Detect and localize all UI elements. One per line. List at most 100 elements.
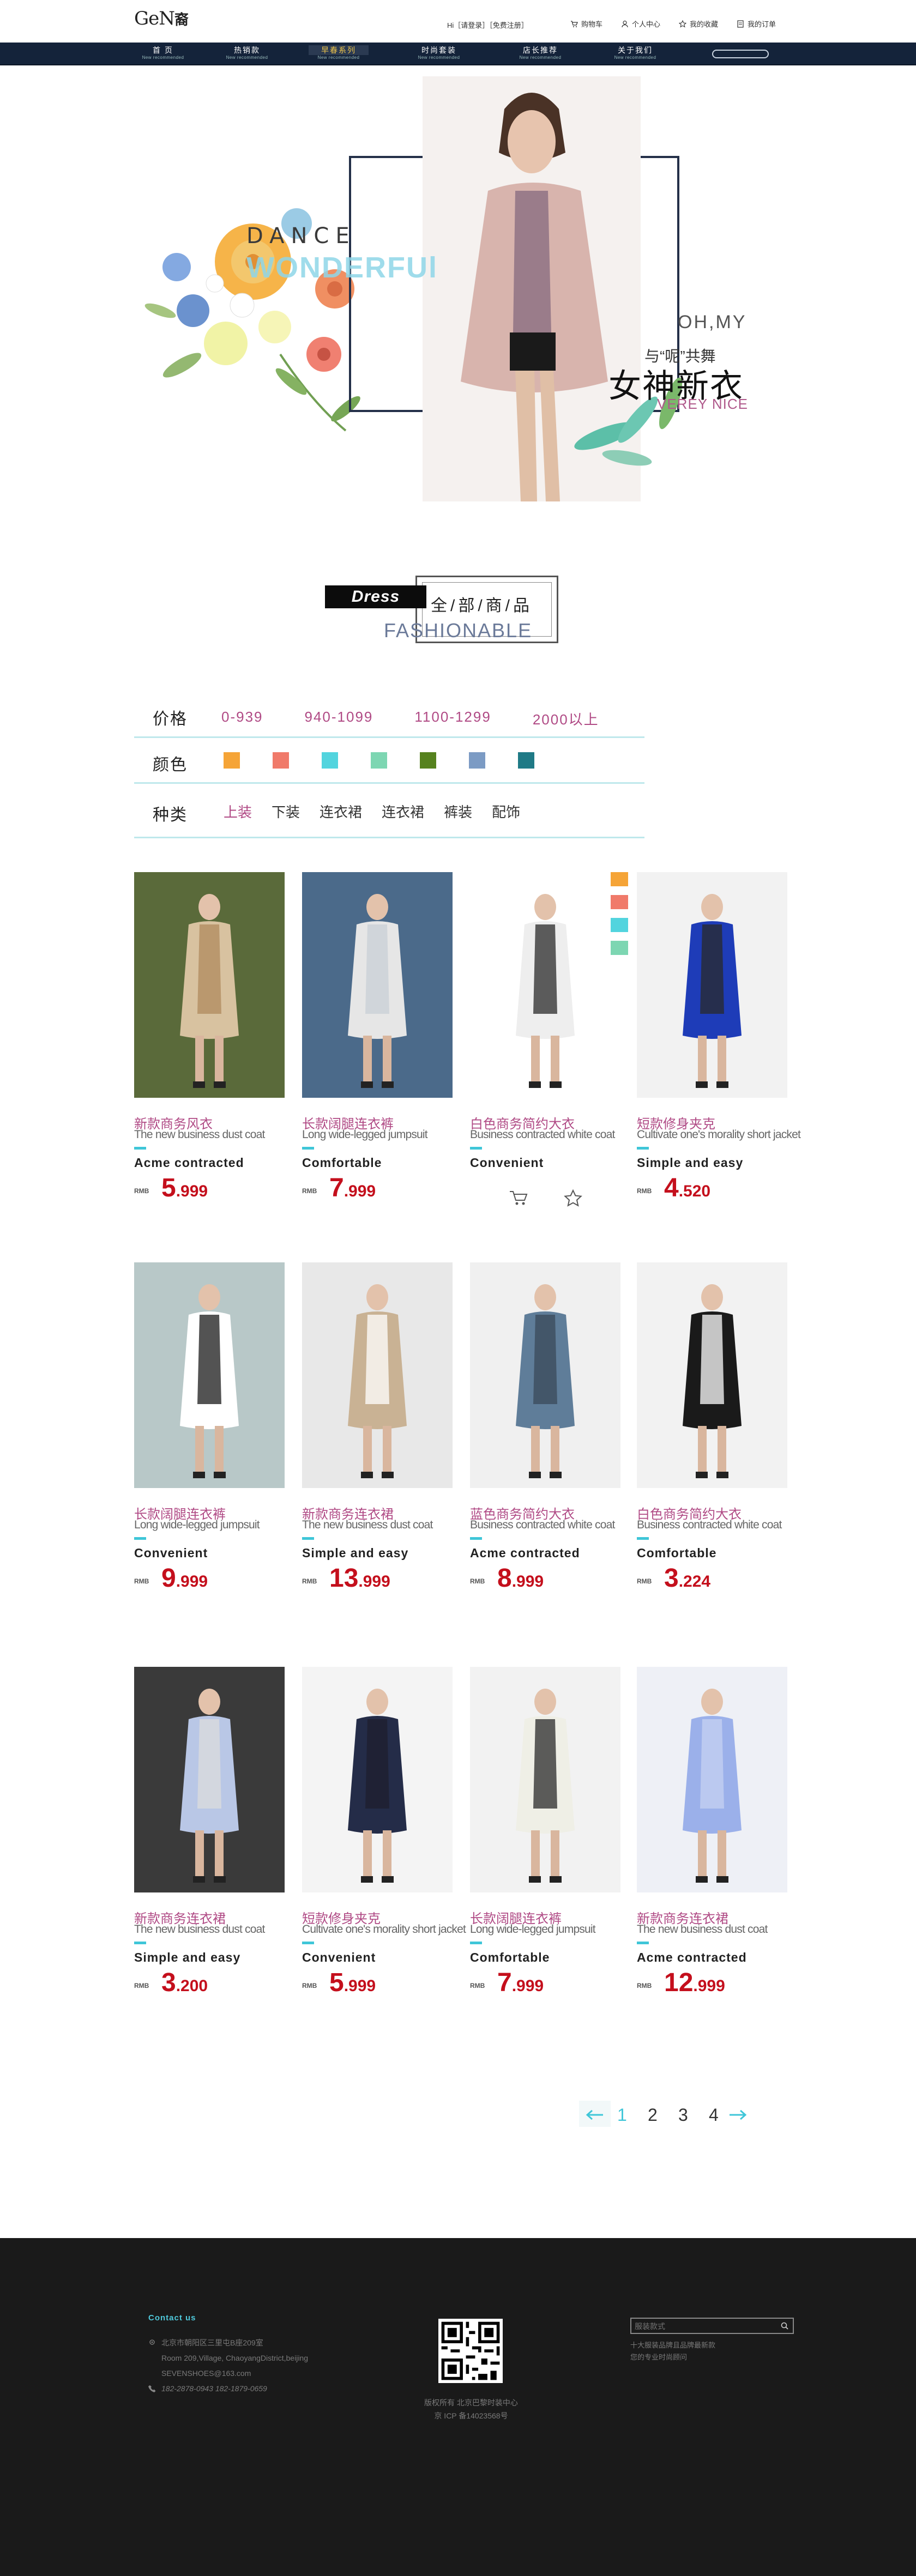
product-card[interactable]: 白色商务简约大衣 Business contracted white coat …	[637, 1262, 790, 1611]
order-icon	[737, 20, 744, 28]
price-decimal: .999	[176, 1182, 208, 1200]
price-decimal: .224	[678, 1573, 711, 1591]
type-option[interactable]: 下装	[272, 801, 300, 821]
currency-label: RMB	[637, 1187, 652, 1195]
address-cn: 北京市朝阳区三里屯B座209室	[161, 2338, 263, 2347]
product-tagline: Simple and easy	[637, 1156, 744, 1170]
favorites-label: 我的收藏	[690, 20, 719, 28]
product-image[interactable]	[302, 872, 453, 1098]
color-swatch[interactable]	[322, 752, 338, 769]
price-option[interactable]: 1100-1299	[414, 709, 491, 729]
color-swatch[interactable]	[518, 752, 534, 769]
product-card[interactable]: 白色商务简约大衣 Business contracted white coat …	[470, 872, 628, 1221]
cart-icon	[571, 20, 578, 27]
color-swatch[interactable]	[420, 752, 436, 769]
price-option[interactable]: 2000以上	[533, 709, 599, 729]
price-integer: 7	[497, 1968, 512, 1997]
logo[interactable]: GeN裔	[134, 8, 189, 29]
price-decimal: .999	[358, 1573, 390, 1591]
product-tagline: Acme contracted	[470, 1546, 580, 1560]
nav-sub: New recommended	[142, 55, 184, 60]
product-card[interactable]: 新款商务连衣裙 The new business dust coat Simpl…	[302, 1262, 455, 1611]
product-color-swatch[interactable]	[611, 895, 628, 909]
product-color-swatch[interactable]	[611, 941, 628, 955]
profile-link[interactable]: 个人中心	[621, 19, 660, 29]
type-option[interactable]: 裤装	[444, 801, 472, 821]
favorites-link[interactable]: 我的收藏	[679, 19, 718, 29]
product-card[interactable]: 蓝色商务简约大衣 Business contracted white coat …	[470, 1262, 623, 1611]
page-2[interactable]: 2	[648, 2105, 658, 2125]
type-option[interactable]: 连衣裙	[382, 801, 424, 821]
prev-arrow-icon[interactable]	[586, 2109, 604, 2120]
product-image[interactable]	[637, 1667, 787, 1892]
product-card[interactable]: 新款商务风衣 The new business dust coat Acme c…	[134, 872, 287, 1221]
nav-hot[interactable]: 热销款 New recommended	[217, 45, 277, 60]
product-color-swatch[interactable]	[611, 918, 628, 932]
product-tagline: Acme contracted	[134, 1156, 244, 1170]
product-image[interactable]	[637, 872, 787, 1098]
favorite-star-icon[interactable]	[564, 1189, 582, 1207]
address-en-line: Room 209,Village, ChaoyangDistrict,beiji…	[148, 2350, 308, 2366]
product-image[interactable]	[134, 1262, 285, 1488]
footer-search-input[interactable]	[635, 2321, 771, 2332]
nav-spring[interactable]: 早春系列 New recommended	[309, 45, 369, 60]
product-card[interactable]: 长款阔腿连衣裤 Long wide-legged jumpsuit Conven…	[134, 1262, 287, 1611]
product-image[interactable]	[470, 1262, 620, 1488]
product-card[interactable]: 长款阔腿连衣裤 Long wide-legged jumpsuit Comfor…	[302, 872, 455, 1221]
accent-bar	[470, 1147, 482, 1150]
product-image[interactable]	[637, 1262, 787, 1488]
product-card[interactable]: 短款修身夹克 Cultivate one's morality short ja…	[637, 872, 801, 1221]
product-price: 4.520	[664, 1173, 710, 1203]
orders-link[interactable]: 我的订单	[737, 19, 776, 29]
nav-about[interactable]: 关于我们 New recommended	[605, 45, 665, 60]
footer-tip: 十大服装品牌且品牌最新款	[630, 2341, 716, 2349]
icp-number: 京 ICP 备14023568号	[434, 2411, 508, 2420]
nav-search-box[interactable]	[712, 50, 769, 58]
product-subtitle: The new business dust coat	[134, 1923, 265, 1936]
email[interactable]: SEVENSHOES@163.com	[161, 2366, 251, 2381]
product-card[interactable]: 短款修身夹克 Cultivate one's morality short ja…	[302, 1667, 466, 2016]
search-icon[interactable]	[781, 2322, 788, 2330]
color-swatch[interactable]	[273, 752, 289, 769]
price-option[interactable]: 940-1099	[305, 709, 373, 729]
currency-label: RMB	[637, 1577, 652, 1585]
page-4[interactable]: 4	[709, 2105, 719, 2125]
type-option[interactable]: 上装	[224, 801, 252, 821]
address-line: 北京市朝阳区三里屯B座209室	[148, 2335, 308, 2350]
product-image[interactable]	[302, 1667, 453, 1892]
color-swatch[interactable]	[469, 752, 485, 769]
product-image[interactable]	[470, 872, 620, 1098]
nav-sub: New recommended	[226, 55, 268, 60]
price-decimal: .999	[343, 1977, 376, 1995]
login-register-link[interactable]: Hi［请登录］［免费注册］	[447, 20, 528, 30]
type-option[interactable]: 配饰	[492, 801, 520, 821]
product-card[interactable]: 新款商务连衣裙 The new business dust coat Simpl…	[134, 1667, 287, 2016]
product-image[interactable]	[302, 1262, 453, 1488]
product-image[interactable]	[470, 1667, 620, 1892]
add-to-cart-icon[interactable]	[508, 1188, 530, 1207]
page-3[interactable]: 3	[678, 2105, 688, 2125]
price-decimal: .200	[176, 1977, 208, 1995]
next-arrow-icon[interactable]	[728, 2109, 747, 2120]
product-card[interactable]: 新款商务连衣裙 The new business dust coat Acme …	[637, 1667, 790, 2016]
price-option[interactable]: 0-939	[221, 709, 263, 729]
nav-suits[interactable]: 时尚套装 New recommended	[409, 45, 469, 60]
color-swatch[interactable]	[371, 752, 387, 769]
nav-title: 时尚套装	[421, 46, 456, 55]
cart-link[interactable]: 购物车	[570, 19, 602, 29]
nav-manager-picks[interactable]: 店长推荐 New recommended	[510, 45, 570, 60]
product-card[interactable]: 长款阔腿连衣裤 Long wide-legged jumpsuit Comfor…	[470, 1667, 623, 2016]
price-filter-row: 价格 0-939 940-1099 1100-1299 2000以上	[134, 692, 644, 738]
product-image[interactable]	[134, 1667, 285, 1892]
product-image[interactable]	[134, 872, 285, 1098]
nav-home[interactable]: 首 页 New recommended	[133, 45, 193, 60]
product-color-swatch[interactable]	[611, 872, 628, 886]
type-option[interactable]: 连衣裙	[320, 801, 362, 821]
hero-verey-text: VEREY NICE	[657, 396, 749, 412]
section-heading: Dress 全/部/商/品 FASHIONABLE	[324, 576, 558, 643]
nav-sub: New recommended	[519, 55, 562, 60]
copyright: 版权所有 北京巴黎时装中心	[424, 2398, 518, 2407]
color-swatch[interactable]	[224, 752, 240, 769]
page-1[interactable]: 1	[617, 2105, 627, 2125]
nav-title: 热销款	[234, 46, 260, 55]
